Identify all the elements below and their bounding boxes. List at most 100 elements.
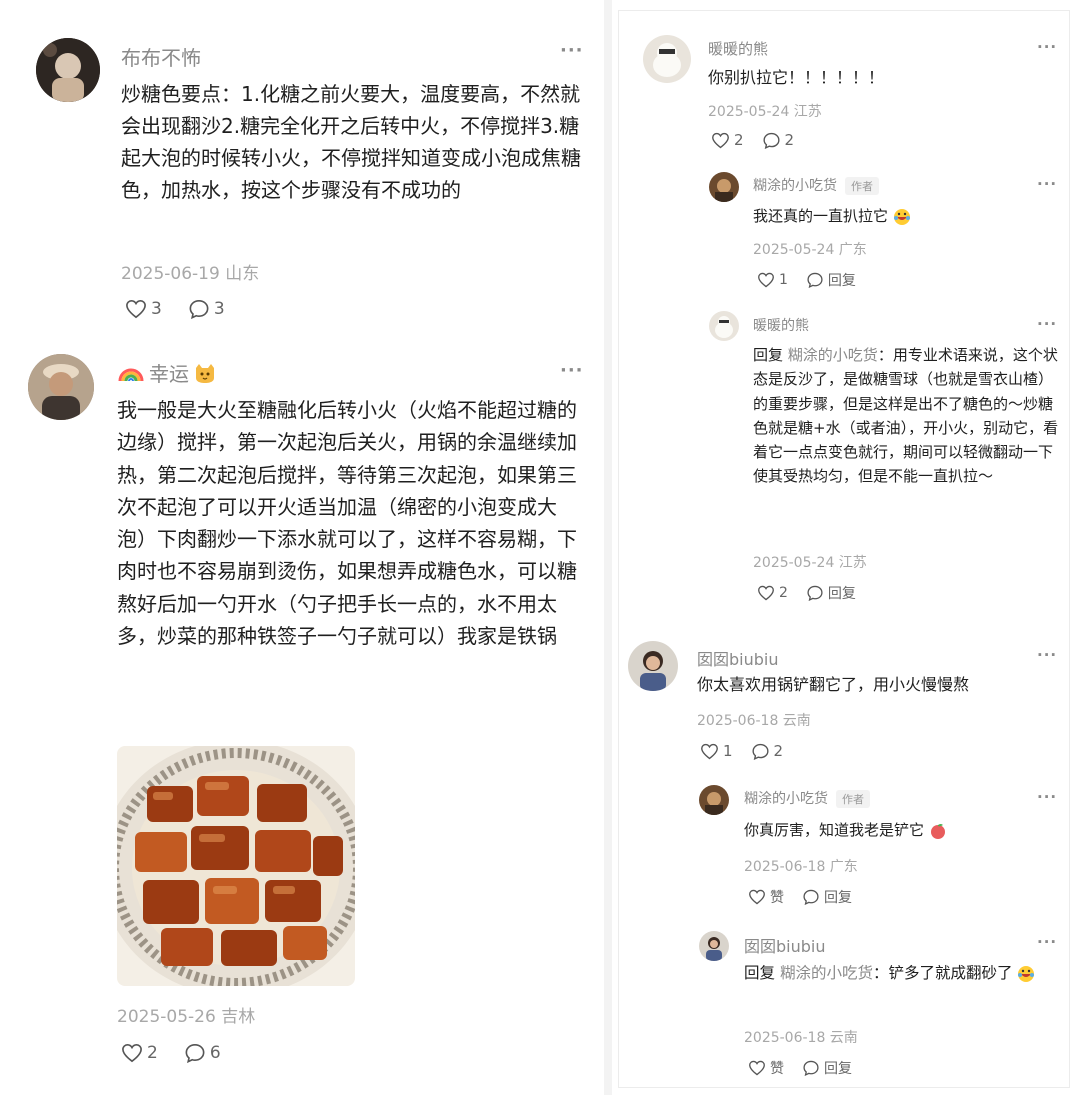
comment-bubble-icon: [807, 585, 823, 601]
comment-actions: 赞 回复: [748, 887, 878, 907]
avatar[interactable]: [699, 785, 729, 815]
peach-emoji-icon: [930, 823, 945, 839]
comment-text: 你真厉害，知道我老是铲它: [744, 818, 1044, 842]
comment-actions: 1 2: [700, 742, 809, 760]
more-icon[interactable]: ···: [1037, 38, 1057, 56]
heart-icon: [701, 743, 718, 759]
rainbow-icon: [118, 368, 144, 381]
heart-icon: [749, 889, 765, 905]
comment-date-location: 2025-06-18 云南: [744, 1030, 858, 1046]
like-count: 1: [723, 742, 733, 760]
like-label: 赞: [770, 890, 784, 906]
comment-username[interactable]: 布布不怖: [121, 42, 201, 71]
comment-text: 我还真的一直扒拉它: [753, 204, 1053, 228]
reply-label: 回复: [827, 586, 856, 602]
reply-to-user[interactable]: 糊涂的小吃货: [780, 964, 873, 982]
reply-button[interactable]: 回复: [802, 1058, 852, 1078]
like-count: 3: [151, 299, 162, 319]
like-button[interactable]: 3: [125, 299, 162, 319]
comment-text-content: 你真厉害，知道我老是铲它: [744, 821, 925, 839]
comment-text: 你太喜欢用锅铲翻它了，用小火慢慢熬: [697, 675, 970, 694]
like-button[interactable]: 2: [757, 585, 788, 601]
comment-username[interactable]: 幸运: [117, 358, 217, 387]
comment-bubble-icon: [185, 1043, 205, 1063]
comment-bubble-icon: [803, 1060, 819, 1076]
comment-count: 2: [784, 131, 795, 149]
comment-username[interactable]: 暖暖的熊: [708, 38, 768, 59]
avatar[interactable]: [628, 641, 678, 691]
like-button[interactable]: 2: [121, 1043, 158, 1063]
heart-icon: [122, 1043, 142, 1063]
like-count: 2: [734, 131, 744, 149]
username-text: 幸运: [149, 362, 189, 386]
like-count: 2: [147, 1043, 158, 1063]
avatar-image-icon: [28, 354, 94, 420]
more-icon[interactable]: ···: [560, 40, 584, 61]
comment-username[interactable]: 暖暖的熊: [753, 315, 809, 335]
like-button[interactable]: 赞: [748, 1058, 784, 1078]
comment-button[interactable]: 3: [188, 299, 225, 319]
comment-text: 炒糖色要点：1.化糖之前火要大，温度要高，不然就会出现翻沙2.糖完全化开之后转中…: [121, 82, 581, 202]
like-button[interactable]: 赞: [748, 887, 784, 907]
reply-to-user[interactable]: 糊涂的小吃货: [788, 346, 878, 364]
food-photo[interactable]: [117, 746, 355, 986]
reply-button[interactable]: 回复: [806, 270, 856, 290]
avatar[interactable]: [28, 354, 94, 420]
reply-button[interactable]: 回复: [802, 887, 852, 907]
comment-actions: 2 回复: [757, 583, 882, 603]
right-comment-panel: 暖暖的熊 ··· 你别扒拉它！！！！！！ 2025-05-24 江苏 2 2 糊…: [618, 10, 1070, 1088]
braised-pork-photo-icon: [117, 746, 355, 986]
comment-username[interactable]: 糊涂的小吃货 作者: [753, 175, 879, 195]
comment-username[interactable]: 糊涂的小吃货 作者: [744, 788, 870, 808]
comment-text: 回复 糊涂的小吃货：用专业术语来说，这个状态是反沙了，是做糖雪球（也就是雪衣山楂…: [753, 343, 1061, 489]
like-count: 2: [779, 585, 788, 601]
laugh-emoji-icon: [1018, 965, 1035, 982]
avatar-image-icon: [699, 931, 729, 961]
comment-button[interactable]: 2: [751, 742, 783, 760]
avatar[interactable]: [36, 38, 100, 102]
more-icon[interactable]: ···: [1037, 788, 1057, 806]
comment-text: 回复 糊涂的小吃货：铲多了就成翻砂了: [744, 961, 1056, 986]
comment-bubble-icon: [807, 272, 823, 288]
avatar-image-icon: [36, 38, 100, 102]
reply-label: 回复: [824, 890, 852, 906]
like-button[interactable]: 1: [757, 272, 788, 288]
comment-bubble-icon: [752, 743, 769, 760]
comment-button[interactable]: 6: [184, 1043, 221, 1063]
avatar[interactable]: [709, 311, 739, 341]
comment-count: 3: [213, 299, 225, 319]
comment-actions: 2 6: [121, 1043, 247, 1063]
author-tag: 作者: [845, 177, 879, 195]
comment-actions: 3 3: [125, 299, 251, 319]
comment-text-content: ：用专业术语来说，这个状态是反沙了，是做糖雪球（也就是雪衣山楂）的重要步骤，但是…: [753, 346, 1059, 486]
comment-date-location: 2025-06-19 山东: [121, 264, 260, 284]
avatar[interactable]: [709, 172, 739, 202]
more-icon[interactable]: ···: [560, 360, 584, 381]
username-text: 糊涂的小吃货: [753, 178, 837, 194]
avatar[interactable]: [699, 931, 729, 961]
reply-prefix: 回复: [744, 964, 776, 982]
comment-date-location: 2025-06-18 云南: [697, 713, 811, 729]
comment-username[interactable]: 囡囡biubiu: [697, 646, 779, 670]
cat-icon: [196, 363, 214, 383]
laugh-emoji-icon: [893, 208, 910, 225]
like-button[interactable]: 2: [711, 131, 744, 149]
avatar[interactable]: [643, 35, 691, 83]
avatar-image-icon: [628, 641, 678, 691]
comment-username[interactable]: 囡囡biubiu: [744, 933, 826, 957]
username-text: 糊涂的小吃货: [744, 791, 828, 807]
author-tag: 作者: [836, 790, 870, 808]
comment-bubble-icon: [763, 132, 780, 149]
more-icon[interactable]: ···: [1037, 315, 1057, 333]
more-icon[interactable]: ···: [1037, 175, 1057, 193]
comment-actions: 赞 回复: [748, 1058, 878, 1078]
reply-button[interactable]: 回复: [806, 583, 856, 603]
comment-actions: 2 2: [711, 131, 820, 149]
like-button[interactable]: 1: [700, 742, 733, 760]
comment-text-content: ：铲多了就成翻砂了: [872, 964, 1013, 982]
comment-button[interactable]: 2: [762, 131, 795, 149]
reply-prefix: 回复: [753, 346, 784, 364]
more-icon[interactable]: ···: [1037, 646, 1057, 664]
comment-text: 我一般是大火至糖融化后转小火（火焰不能超过糖的边缘）搅拌，第一次起泡后关火，用锅…: [117, 398, 577, 649]
more-icon[interactable]: ···: [1037, 933, 1057, 951]
